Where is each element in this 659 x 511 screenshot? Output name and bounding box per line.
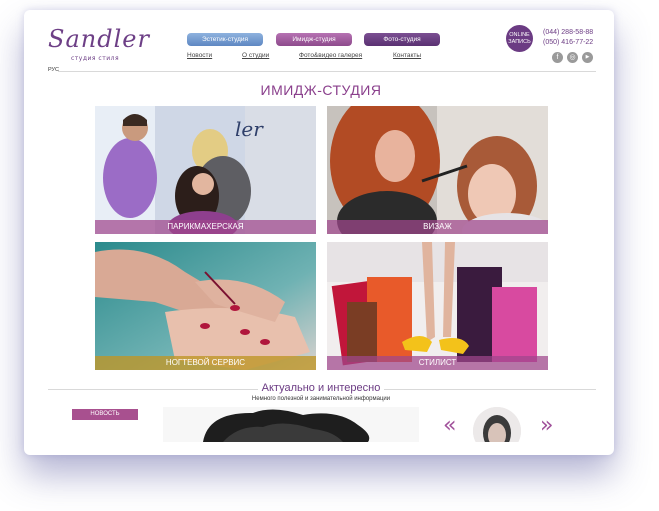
- site-page: Sandler студия стиля Эстетик-студия Имид…: [36, 19, 606, 442]
- stylist-photo: [327, 242, 548, 370]
- news-section-title-wrap: Актуально и интересно: [36, 382, 606, 394]
- instagram-icon[interactable]: ◎: [567, 52, 578, 63]
- nav-link-gallery[interactable]: Фото&видео галерея: [299, 52, 362, 59]
- logo-subtitle: студия стиля: [71, 55, 120, 62]
- logo[interactable]: Sandler студия стиля: [48, 25, 158, 63]
- phone-1[interactable]: (044) 288-58-88: [543, 29, 593, 36]
- svg-text:ler: ler: [235, 117, 264, 141]
- tile-hairdresser[interactable]: ler ПАРИКМАХЕРСКАЯ: [95, 106, 316, 234]
- header-divider: [58, 71, 596, 72]
- tile-nails[interactable]: НОГТЕВОЙ СЕРВИС: [95, 242, 316, 370]
- online-booking-line1: ONLINE: [509, 32, 530, 38]
- makeup-photo: [327, 106, 548, 234]
- hairdresser-photo: ler: [95, 106, 316, 234]
- online-booking-button[interactable]: ONLINE ЗАПИСЬ: [506, 25, 533, 52]
- tile-caption: ПАРИКМАХЕРСКАЯ: [95, 220, 316, 234]
- tile-caption: СТИЛИСТ: [327, 356, 548, 370]
- tile-makeup[interactable]: ВИЗАЖ: [327, 106, 548, 234]
- news-hair-image[interactable]: [163, 407, 419, 442]
- phone-2[interactable]: (050) 416-77-22: [543, 39, 593, 46]
- carousel-next-arrow[interactable]: »: [540, 415, 553, 437]
- news-section-title: Актуально и интересно: [257, 382, 385, 394]
- news-badge[interactable]: НОВОСТЬ: [72, 409, 138, 420]
- news-section-subtitle: Немного полезной и занимательной информа…: [251, 396, 391, 402]
- nav-link-news[interactable]: Новости: [187, 52, 212, 59]
- tile-stylist[interactable]: СТИЛИСТ: [327, 242, 548, 370]
- carousel-prev-arrow[interactable]: «: [443, 415, 456, 437]
- tile-caption: НОГТЕВОЙ СЕРВИС: [95, 356, 316, 370]
- nav-link-about[interactable]: О студии: [242, 52, 269, 59]
- logo-wordmark: Sandler: [48, 25, 150, 53]
- online-booking-line2: ЗАПИСЬ: [508, 39, 531, 45]
- nav-button-image-studio[interactable]: Имидж-студия: [276, 33, 352, 46]
- nav-button-estetic[interactable]: Эстетик-студия: [187, 33, 263, 46]
- facebook-icon[interactable]: f: [552, 52, 563, 63]
- tile-caption: ВИЗАЖ: [327, 220, 548, 234]
- nav-link-contacts[interactable]: Контакты: [393, 52, 421, 59]
- avatar-portrait: [473, 407, 521, 442]
- youtube-icon[interactable]: ▶: [582, 52, 593, 63]
- nav-button-photo-studio[interactable]: Фото-студия: [364, 33, 440, 46]
- nails-photo: [95, 242, 316, 370]
- language-switch[interactable]: РУС: [48, 67, 59, 73]
- news-avatar[interactable]: [473, 407, 521, 442]
- page-title: ИМИДЖ-СТУДИЯ: [260, 82, 382, 98]
